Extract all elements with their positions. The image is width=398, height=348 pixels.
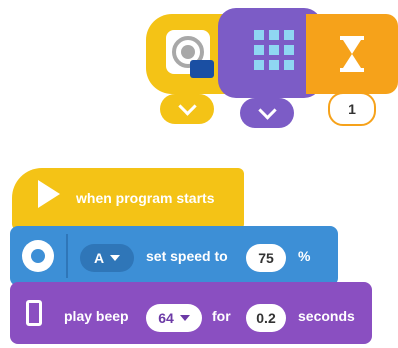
set-speed-label: set speed to <box>146 248 228 264</box>
for-label: for <box>212 308 231 324</box>
matrix-block-dropdown[interactable] <box>240 98 294 128</box>
chevron-down-icon <box>257 100 277 120</box>
wait-block[interactable] <box>306 14 398 94</box>
color-sensor-icon <box>166 30 214 78</box>
note-dropdown[interactable]: 64 <box>146 304 202 332</box>
note-value: 64 <box>158 310 174 326</box>
hub-speaker-icon <box>26 300 42 326</box>
light-block-dropdown[interactable] <box>160 94 214 124</box>
hourglass-icon <box>340 36 364 72</box>
chevron-down-icon <box>177 96 197 116</box>
wait-value-input[interactable]: 1 <box>328 92 376 126</box>
caret-down-icon <box>110 255 121 261</box>
light-matrix-icon <box>254 30 294 70</box>
divider <box>66 234 68 278</box>
play-beep-label: play beep <box>64 308 129 324</box>
hat-label: when program starts <box>76 190 215 206</box>
caret-down-icon <box>179 315 190 321</box>
port-label: A <box>93 250 105 266</box>
motor-icon <box>22 240 54 272</box>
seconds-label: seconds <box>298 308 355 324</box>
port-dropdown[interactable]: A <box>80 244 134 272</box>
speed-input[interactable]: 75 <box>246 244 286 272</box>
duration-input[interactable]: 0.2 <box>246 304 286 332</box>
speed-unit: % <box>298 248 311 264</box>
play-icon <box>38 180 60 208</box>
